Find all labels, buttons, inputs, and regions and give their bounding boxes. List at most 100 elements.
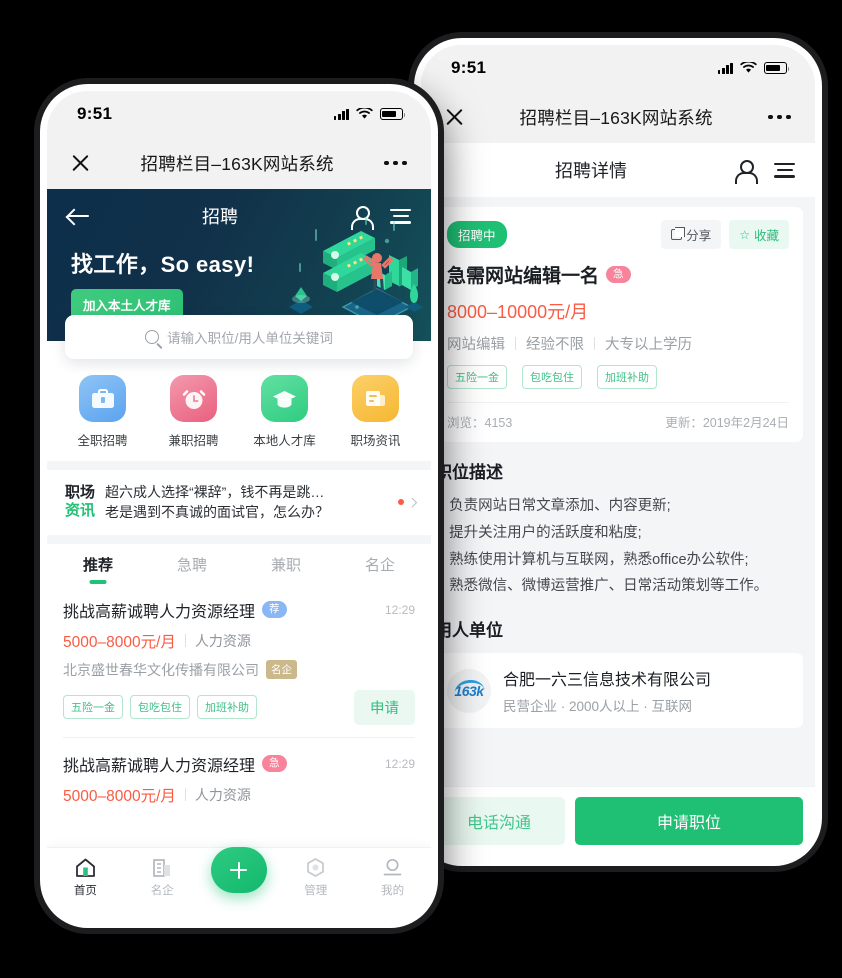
chevron-right-icon — [407, 497, 417, 507]
tab-famous[interactable]: 名企 — [333, 554, 427, 584]
hero-header-actions — [351, 205, 411, 230]
job-detail-card: 招聘中 分享 ☆ 收藏 急需网站编辑一名 急 8000–10000元/月 网站编… — [433, 207, 803, 442]
job-time: 12:29 — [384, 756, 415, 771]
news-item[interactable]: 超六成人选择“裸辞”，钱不再是跳… — [105, 482, 387, 502]
tab-recommended[interactable]: 推荐 — [51, 554, 145, 584]
news-item[interactable]: 老是遇到不真诚的面试官，怎么办？ — [105, 502, 387, 522]
job-company-row: 北京盛世春华文化传播有限公司 名企 — [63, 660, 415, 680]
quick-entry-part-time[interactable]: 兼职招聘 — [148, 375, 239, 449]
hamburger-menu-icon[interactable] — [390, 208, 411, 224]
job-category: 人力资源 — [194, 632, 251, 649]
detail-title-row: 急需网站编辑一名 急 — [447, 261, 789, 288]
news-badge: 职场 资讯 — [65, 484, 95, 521]
status-time: 9:51 — [451, 58, 487, 77]
tabbar-item-manage[interactable]: 管理 — [277, 857, 354, 898]
phone-left-screen: 9:51 招聘栏目–163K网站系统 招聘 找工作，So easy! 加入本土人… — [47, 91, 431, 921]
favorite-button[interactable]: ☆ 收藏 — [729, 220, 789, 249]
favorite-label: 收藏 — [753, 229, 779, 243]
apply-position-button[interactable]: 申请职位 — [575, 797, 803, 845]
section-divider — [47, 461, 431, 470]
search-placeholder: 请输入职位/用人单位关键词 — [167, 331, 333, 346]
detail-page-title: 招聘详情 — [555, 161, 627, 181]
alarm-clock-icon — [170, 375, 217, 422]
benefit-tag: 包吃包住 — [130, 695, 190, 720]
status-icons — [333, 108, 406, 120]
hero-headline: 找工作，So easy! — [71, 252, 255, 277]
news-banner[interactable]: 职场 资讯 超六成人选择“裸辞”，钱不再是跳… 老是遇到不真诚的面试官，怎么办？ — [47, 470, 431, 535]
close-icon[interactable] — [71, 154, 90, 173]
cellular-signal-icon — [333, 108, 349, 120]
briefcase-icon — [79, 375, 126, 422]
benefit-tag: 包吃包住 — [522, 365, 582, 389]
employer-info: 合肥一六三信息技术有限公司 民营企业 · 2000人以上 · 互联网 — [503, 666, 711, 715]
detail-app-header: 招聘详情 — [421, 143, 815, 197]
news-list: 超六成人选择“裸辞”，钱不再是跳… 老是遇到不真诚的面试官，怎么办？ — [105, 482, 387, 523]
graduation-cap-icon — [261, 375, 308, 422]
detail-bottom-actions: 电话沟通 申请职位 — [421, 786, 815, 859]
detail-actions: 分享 ☆ 收藏 — [661, 220, 789, 249]
person-icon[interactable] — [735, 159, 758, 184]
hero-text: 找工作，So easy! 加入本土人才库 — [47, 243, 431, 320]
description-list: 1. 负责网站日常文章添加、内容更新; 2. 提升关注用户的活跃度和粘度; 3.… — [433, 493, 803, 600]
tabbar-label: 首页 — [73, 885, 97, 897]
hamburger-menu-icon[interactable] — [774, 162, 795, 178]
more-options-icon[interactable] — [768, 114, 791, 120]
tabbar-item-add[interactable] — [201, 847, 278, 893]
benefit-tag: 加班补助 — [197, 695, 257, 720]
person-icon[interactable] — [351, 205, 374, 230]
wifi-icon — [356, 108, 373, 119]
job-salary-row: 5000–8000元/月 人力资源 — [63, 630, 415, 652]
job-title: 急需网站编辑一名 — [447, 266, 600, 287]
tab-parttime[interactable]: 兼职 — [239, 554, 333, 584]
job-title: 挑战高薪诚聘人力资源经理 — [63, 603, 256, 621]
job-list-item[interactable]: 挑战高薪诚聘人力资源经理 急 12:29 5000–8000元/月 人力资源 — [47, 738, 431, 818]
close-icon[interactable] — [445, 108, 464, 127]
status-badge: 招聘中 — [447, 221, 507, 248]
search-input[interactable]: 请输入职位/用人单位关键词 — [65, 315, 413, 359]
share-button[interactable]: 分享 — [661, 220, 722, 249]
job-meta-item: 经验不限 — [526, 337, 584, 353]
employer-card[interactable]: 163k 合肥一六三信息技术有限公司 民营企业 · 2000人以上 · 互联网 — [433, 653, 803, 729]
quick-entry-news[interactable]: 职场资讯 — [330, 375, 421, 449]
company-name: 合肥一六三信息技术有限公司 — [503, 672, 712, 690]
wechat-page-title: 招聘栏目–163K网站系统 — [519, 107, 713, 128]
updated-date: 更新：2019年2月24日 — [665, 416, 789, 430]
tabbar-item-profile[interactable]: 我的 — [354, 857, 431, 898]
quick-entry-talent-pool[interactable]: 本地人才库 — [239, 375, 330, 449]
detail-scroll-area[interactable]: 招聘中 分享 ☆ 收藏 急需网站编辑一名 急 8000–10000元/月 网站编… — [421, 197, 815, 786]
back-arrow-icon[interactable] — [67, 207, 89, 225]
plus-fab-icon[interactable] — [210, 847, 267, 893]
wechat-nav-right: 招聘栏目–163K网站系统 — [421, 91, 815, 143]
description-item: 2. 提升关注用户的活跃度和粘度; — [433, 524, 642, 541]
job-meta: 网站编辑 经验不限 大专以上学历 — [447, 333, 789, 354]
description-item: 3. 熟练使用计算机与互联网，熟悉office办公软件; — [433, 551, 749, 568]
employer-section: 用人单位 163k 合肥一六三信息技术有限公司 民营企业 · 2000人以上 ·… — [433, 612, 803, 729]
screenshot-stage: 9:51 招聘栏目–163K网站系统 招聘详情 招聘中 分享 ☆ 收藏 急需网站… — [0, 0, 842, 978]
job-meta-item: 网站编辑 — [447, 337, 505, 353]
status-bar-left: 9:51 — [47, 91, 431, 137]
share-label: 分享 — [686, 229, 712, 243]
apply-button[interactable]: 申请 — [354, 689, 415, 725]
detail-card-footer: 浏览：4153 更新：2019年2月24日 — [447, 402, 789, 442]
job-category: 人力资源 — [194, 786, 251, 803]
tabbar-item-home[interactable]: 首页 — [47, 857, 124, 898]
building-icon — [152, 859, 170, 877]
separator — [184, 788, 186, 802]
job-tags-row: 五险一金 包吃包住 加班补助 申请 — [63, 689, 415, 725]
tabbar-item-companies[interactable]: 名企 — [124, 857, 201, 898]
job-title-row: 挑战高薪诚聘人力资源经理 急 12:29 — [63, 752, 415, 776]
description-heading: 职位描述 — [435, 463, 503, 482]
wechat-page-title: 招聘栏目–163K网站系统 — [140, 153, 334, 174]
job-meta-item: 大专以上学历 — [605, 337, 692, 353]
job-list-item[interactable]: 挑战高薪诚聘人力资源经理 荐 12:29 5000–8000元/月 人力资源 北… — [47, 584, 431, 737]
quick-entry-full-time[interactable]: 全职招聘 — [57, 375, 148, 449]
job-time: 12:29 — [384, 602, 415, 617]
tab-urgent[interactable]: 急聘 — [145, 554, 239, 584]
meta-separator — [515, 337, 516, 350]
job-title-row: 挑战高薪诚聘人力资源经理 荐 12:29 — [63, 598, 415, 622]
more-options-icon[interactable] — [384, 160, 407, 166]
employer-heading: 用人单位 — [435, 621, 503, 641]
wifi-icon — [740, 62, 757, 73]
separator — [184, 634, 186, 648]
call-button[interactable]: 电话沟通 — [433, 797, 565, 845]
